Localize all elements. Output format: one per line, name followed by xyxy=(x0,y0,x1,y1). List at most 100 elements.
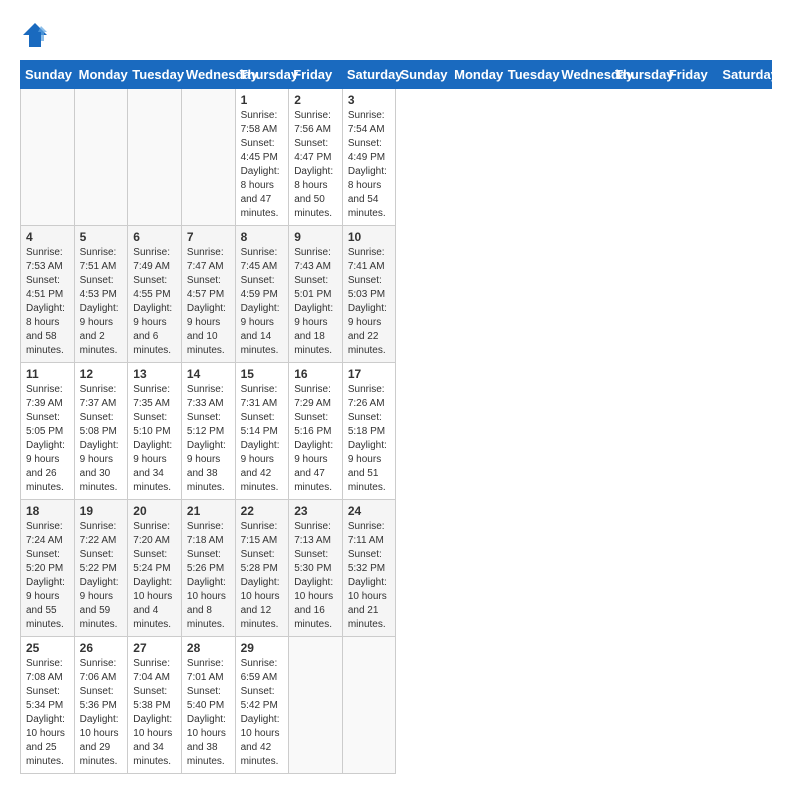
day-header-friday: Friday xyxy=(289,61,343,89)
page-header xyxy=(20,20,772,50)
calendar-cell: 18Sunrise: 7:24 AM Sunset: 5:20 PM Dayli… xyxy=(21,500,75,637)
calendar-cell: 7 Sunrise: 7:47 AM Sunset: 4:57 PM Daylig… xyxy=(181,226,235,363)
calendar-cell: 23 Sunrise: 7:13 AM Sunset: 5:30 PM Dayli… xyxy=(289,500,343,637)
calendar-week-3: 11Sunrise: 7:39 AM Sunset: 5:05 PM Dayli… xyxy=(21,363,772,500)
day-number: 1 xyxy=(241,93,284,107)
calendar-cell: 16Sunrise: 7:29 AM Sunset: 5:16 PM Dayli… xyxy=(289,363,343,500)
day-header-thursday: Thursday xyxy=(611,61,665,89)
day-info: Sunrise: 7:26 AM Sunset: 5:18 PM Dayligh… xyxy=(348,383,391,495)
calendar-cell: 14 Sunrise: 7:33 AM Sunset: 5:12 PM Dayli… xyxy=(181,363,235,500)
day-number: 3 xyxy=(348,93,391,107)
day-info: Sunrise: 7:37 AM Sunset: 5:08 PM Dayligh… xyxy=(80,383,123,495)
day-info: Sunrise: 7:35 AM Sunset: 5:10 PM Dayligh… xyxy=(133,383,176,495)
day-header-sunday: Sunday xyxy=(21,61,75,89)
day-info: Sunrise: 7:29 AM Sunset: 5:16 PM Dayligh… xyxy=(294,383,337,495)
day-number: 29 xyxy=(241,641,284,655)
calendar-cell: 24 Sunrise: 7:11 AM Sunset: 5:32 PM Dayli… xyxy=(342,500,396,637)
calendar-cell: 12 Sunrise: 7:37 AM Sunset: 5:08 PM Dayli… xyxy=(74,363,128,500)
day-number: 7 xyxy=(187,230,230,244)
calendar-week-2: 4 Sunrise: 7:53 AM Sunset: 4:51 PM Daylig… xyxy=(21,226,772,363)
day-info: Sunrise: 7:06 AM Sunset: 5:36 PM Dayligh… xyxy=(80,657,123,769)
day-header-wednesday: Wednesday xyxy=(181,61,235,89)
day-number: 9 xyxy=(294,230,337,244)
day-number: 12 xyxy=(80,367,123,381)
calendar-cell: 25Sunrise: 7:08 AM Sunset: 5:34 PM Dayli… xyxy=(21,637,75,774)
day-header-friday: Friday xyxy=(664,61,718,89)
day-number: 15 xyxy=(241,367,284,381)
calendar-cell: 5 Sunrise: 7:51 AM Sunset: 4:53 PM Daylig… xyxy=(74,226,128,363)
day-number: 18 xyxy=(26,504,69,518)
calendar-cell: 22 Sunrise: 7:15 AM Sunset: 5:28 PM Dayli… xyxy=(235,500,289,637)
calendar-cell: 21 Sunrise: 7:18 AM Sunset: 5:26 PM Dayli… xyxy=(181,500,235,637)
day-info: Sunrise: 7:15 AM Sunset: 5:28 PM Dayligh… xyxy=(241,520,284,632)
calendar-cell xyxy=(342,637,396,774)
day-info: Sunrise: 7:43 AM Sunset: 5:01 PM Dayligh… xyxy=(294,246,337,358)
day-info: Sunrise: 7:31 AM Sunset: 5:14 PM Dayligh… xyxy=(241,383,284,495)
calendar-header-row: SundayMondayTuesdayWednesdayThursdayFrid… xyxy=(21,61,772,89)
calendar-cell: 19Sunrise: 7:22 AM Sunset: 5:22 PM Dayli… xyxy=(74,500,128,637)
calendar-cell: 28 Sunrise: 7:01 AM Sunset: 5:40 PM Dayli… xyxy=(181,637,235,774)
calendar-cell xyxy=(74,89,128,226)
day-info: Sunrise: 7:41 AM Sunset: 5:03 PM Dayligh… xyxy=(348,246,391,358)
calendar-cell: 1 Sunrise: 7:58 AM Sunset: 4:45 PM Daylig… xyxy=(235,89,289,226)
day-info: Sunrise: 7:18 AM Sunset: 5:26 PM Dayligh… xyxy=(187,520,230,632)
day-number: 14 xyxy=(187,367,230,381)
day-number: 6 xyxy=(133,230,176,244)
calendar-week-4: 18Sunrise: 7:24 AM Sunset: 5:20 PM Dayli… xyxy=(21,500,772,637)
day-header-tuesday: Tuesday xyxy=(503,61,557,89)
day-number: 23 xyxy=(294,504,337,518)
day-number: 27 xyxy=(133,641,176,655)
calendar-cell: 9 Sunrise: 7:43 AM Sunset: 5:01 PM Daylig… xyxy=(289,226,343,363)
day-number: 5 xyxy=(80,230,123,244)
day-number: 26 xyxy=(80,641,123,655)
calendar-cell: 17 Sunrise: 7:26 AM Sunset: 5:18 PM Dayli… xyxy=(342,363,396,500)
day-info: Sunrise: 7:39 AM Sunset: 5:05 PM Dayligh… xyxy=(26,383,69,495)
calendar-cell xyxy=(21,89,75,226)
day-number: 4 xyxy=(26,230,69,244)
day-number: 19 xyxy=(80,504,123,518)
day-number: 17 xyxy=(348,367,391,381)
day-info: Sunrise: 7:49 AM Sunset: 4:55 PM Dayligh… xyxy=(133,246,176,358)
calendar-week-5: 25Sunrise: 7:08 AM Sunset: 5:34 PM Dayli… xyxy=(21,637,772,774)
day-info: Sunrise: 7:51 AM Sunset: 4:53 PM Dayligh… xyxy=(80,246,123,358)
day-header-monday: Monday xyxy=(450,61,504,89)
day-info: Sunrise: 7:53 AM Sunset: 4:51 PM Dayligh… xyxy=(26,246,69,358)
logo-icon xyxy=(20,20,50,50)
calendar-cell: 20Sunrise: 7:20 AM Sunset: 5:24 PM Dayli… xyxy=(128,500,182,637)
day-info: Sunrise: 7:56 AM Sunset: 4:47 PM Dayligh… xyxy=(294,109,337,221)
day-number: 13 xyxy=(133,367,176,381)
day-info: Sunrise: 7:08 AM Sunset: 5:34 PM Dayligh… xyxy=(26,657,69,769)
calendar-table: SundayMondayTuesdayWednesdayThursdayFrid… xyxy=(20,60,772,774)
calendar-cell: 27Sunrise: 7:04 AM Sunset: 5:38 PM Dayli… xyxy=(128,637,182,774)
day-number: 28 xyxy=(187,641,230,655)
calendar-cell xyxy=(128,89,182,226)
calendar-week-1: 1 Sunrise: 7:58 AM Sunset: 4:45 PM Daylig… xyxy=(21,89,772,226)
calendar-cell: 11Sunrise: 7:39 AM Sunset: 5:05 PM Dayli… xyxy=(21,363,75,500)
day-header-thursday: Thursday xyxy=(235,61,289,89)
day-info: Sunrise: 7:47 AM Sunset: 4:57 PM Dayligh… xyxy=(187,246,230,358)
day-header-wednesday: Wednesday xyxy=(557,61,611,89)
day-number: 10 xyxy=(348,230,391,244)
calendar-cell: 3 Sunrise: 7:54 AM Sunset: 4:49 PM Daylig… xyxy=(342,89,396,226)
calendar-cell: 8Sunrise: 7:45 AM Sunset: 4:59 PM Daylig… xyxy=(235,226,289,363)
day-info: Sunrise: 7:33 AM Sunset: 5:12 PM Dayligh… xyxy=(187,383,230,495)
day-number: 22 xyxy=(241,504,284,518)
calendar-cell xyxy=(289,637,343,774)
day-info: Sunrise: 7:54 AM Sunset: 4:49 PM Dayligh… xyxy=(348,109,391,221)
day-header-sunday: Sunday xyxy=(396,61,450,89)
day-info: Sunrise: 7:45 AM Sunset: 4:59 PM Dayligh… xyxy=(241,246,284,358)
day-number: 24 xyxy=(348,504,391,518)
day-info: Sunrise: 7:13 AM Sunset: 5:30 PM Dayligh… xyxy=(294,520,337,632)
calendar-cell: 13 Sunrise: 7:35 AM Sunset: 5:10 PM Dayli… xyxy=(128,363,182,500)
calendar-cell: 6 Sunrise: 7:49 AM Sunset: 4:55 PM Daylig… xyxy=(128,226,182,363)
day-info: Sunrise: 7:11 AM Sunset: 5:32 PM Dayligh… xyxy=(348,520,391,632)
day-info: Sunrise: 7:58 AM Sunset: 4:45 PM Dayligh… xyxy=(241,109,284,221)
calendar-cell: 15 Sunrise: 7:31 AM Sunset: 5:14 PM Dayli… xyxy=(235,363,289,500)
logo xyxy=(20,20,54,50)
calendar-cell: 2Sunrise: 7:56 AM Sunset: 4:47 PM Daylig… xyxy=(289,89,343,226)
day-info: Sunrise: 6:59 AM Sunset: 5:42 PM Dayligh… xyxy=(241,657,284,769)
calendar-cell: 29 Sunrise: 6:59 AM Sunset: 5:42 PM Dayli… xyxy=(235,637,289,774)
day-info: Sunrise: 7:01 AM Sunset: 5:40 PM Dayligh… xyxy=(187,657,230,769)
day-info: Sunrise: 7:20 AM Sunset: 5:24 PM Dayligh… xyxy=(133,520,176,632)
day-number: 21 xyxy=(187,504,230,518)
